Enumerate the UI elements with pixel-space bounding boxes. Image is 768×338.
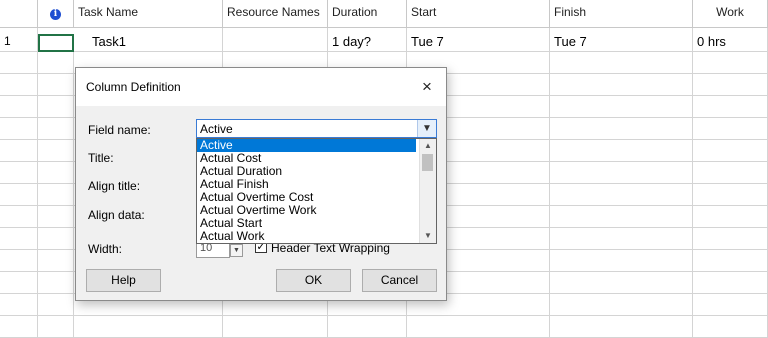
empty-cell[interactable] (0, 250, 38, 272)
option-actual-work[interactable]: Actual Work (197, 230, 416, 243)
header-indicators[interactable]: i (38, 0, 74, 28)
info-icon: i (50, 9, 61, 20)
empty-cell[interactable] (550, 52, 693, 74)
empty-cell[interactable] (38, 96, 74, 118)
field-name-combobox[interactable]: Active ▼ (196, 119, 437, 138)
empty-cell[interactable] (693, 206, 768, 228)
start-cell[interactable]: Tue 7 (407, 28, 550, 52)
empty-cell[interactable] (0, 316, 38, 338)
width-label: Width: (88, 242, 123, 256)
empty-cell[interactable] (38, 118, 74, 140)
header-duration[interactable]: Duration (328, 0, 407, 28)
empty-cell[interactable] (407, 316, 550, 338)
header-finish[interactable]: Finish (550, 0, 693, 28)
help-button[interactable]: Help (86, 269, 161, 292)
empty-cell[interactable] (38, 250, 74, 272)
title-label: Title: (88, 151, 114, 165)
empty-cell[interactable] (550, 184, 693, 206)
scroll-down-icon[interactable]: ▼ (420, 229, 436, 243)
empty-cell[interactable] (693, 162, 768, 184)
empty-cell[interactable] (550, 118, 693, 140)
empty-cell[interactable] (550, 206, 693, 228)
scroll-up-icon[interactable]: ▲ (420, 139, 436, 153)
empty-cell[interactable] (693, 118, 768, 140)
field-name-dropdown[interactable]: Active Actual Cost Actual Duration Actua… (196, 138, 437, 244)
empty-cell[interactable] (38, 272, 74, 294)
empty-cell[interactable] (550, 96, 693, 118)
empty-cell[interactable] (0, 140, 38, 162)
empty-cell[interactable] (38, 228, 74, 250)
empty-cell[interactable] (550, 140, 693, 162)
finish-cell[interactable]: Tue 7 (550, 28, 693, 52)
empty-cell[interactable] (0, 228, 38, 250)
empty-cell[interactable] (0, 118, 38, 140)
dialog-title: Column Definition (86, 80, 181, 94)
empty-cell[interactable] (74, 316, 223, 338)
empty-cell[interactable] (0, 52, 38, 74)
header-work[interactable]: Work (693, 0, 768, 28)
empty-cell[interactable] (693, 52, 768, 74)
empty-cell[interactable] (693, 228, 768, 250)
header-resource-names[interactable]: Resource Names (223, 0, 328, 28)
empty-cell[interactable] (550, 162, 693, 184)
row-id[interactable]: 1 (0, 28, 38, 52)
header-row-id[interactable] (0, 0, 38, 28)
empty-cell[interactable] (550, 250, 693, 272)
field-name-label: Field name: (88, 123, 151, 137)
resource-names-cell[interactable] (223, 28, 328, 52)
empty-cell[interactable] (550, 294, 693, 316)
empty-cell[interactable] (0, 184, 38, 206)
empty-cell[interactable] (38, 74, 74, 96)
empty-cell[interactable] (0, 272, 38, 294)
empty-cell[interactable] (550, 272, 693, 294)
chevron-down-icon[interactable]: ▼ (417, 120, 436, 137)
width-spinner[interactable]: ▼ (230, 244, 243, 257)
ok-button[interactable]: OK (276, 269, 351, 292)
empty-cell[interactable] (0, 74, 38, 96)
empty-cell[interactable] (693, 96, 768, 118)
empty-cell[interactable] (693, 316, 768, 338)
empty-cell[interactable] (693, 250, 768, 272)
empty-cell[interactable] (550, 316, 693, 338)
empty-cell[interactable] (38, 184, 74, 206)
header-start[interactable]: Start (407, 0, 550, 28)
empty-cell[interactable] (223, 316, 328, 338)
empty-cell[interactable] (38, 162, 74, 184)
task-name-cell[interactable]: Task1 (74, 28, 223, 52)
empty-cell[interactable] (38, 52, 74, 74)
scroll-thumb[interactable] (422, 154, 433, 171)
empty-cell[interactable] (38, 294, 74, 316)
empty-cell[interactable] (38, 206, 74, 228)
align-data-label: Align data: (88, 208, 145, 222)
empty-cell[interactable] (38, 140, 74, 162)
duration-cell[interactable]: 1 day? (328, 28, 407, 52)
empty-cell[interactable] (0, 206, 38, 228)
header-task-name[interactable]: Task Name (74, 0, 223, 28)
empty-cell[interactable] (693, 272, 768, 294)
close-icon[interactable]: × (414, 74, 440, 100)
column-definition-dialog: Column Definition × Field name: Title: A… (75, 67, 447, 301)
work-cell[interactable]: 0 hrs (693, 28, 768, 52)
cancel-button[interactable]: Cancel (362, 269, 437, 292)
field-name-value: Active (200, 122, 233, 136)
align-title-label: Align title: (88, 179, 141, 193)
empty-cell[interactable] (38, 316, 74, 338)
empty-cell[interactable] (550, 74, 693, 96)
empty-cell[interactable] (0, 96, 38, 118)
empty-cell[interactable] (0, 294, 38, 316)
empty-cell[interactable] (328, 316, 407, 338)
empty-cell[interactable] (693, 140, 768, 162)
empty-cell[interactable] (693, 294, 768, 316)
indicator-cell[interactable] (38, 34, 74, 52)
empty-cell[interactable] (693, 74, 768, 96)
dropdown-scrollbar[interactable]: ▲ ▼ (419, 139, 436, 243)
empty-cell[interactable] (693, 184, 768, 206)
empty-cell[interactable] (550, 228, 693, 250)
dialog-titlebar: Column Definition × (76, 68, 446, 106)
empty-cell[interactable] (0, 162, 38, 184)
